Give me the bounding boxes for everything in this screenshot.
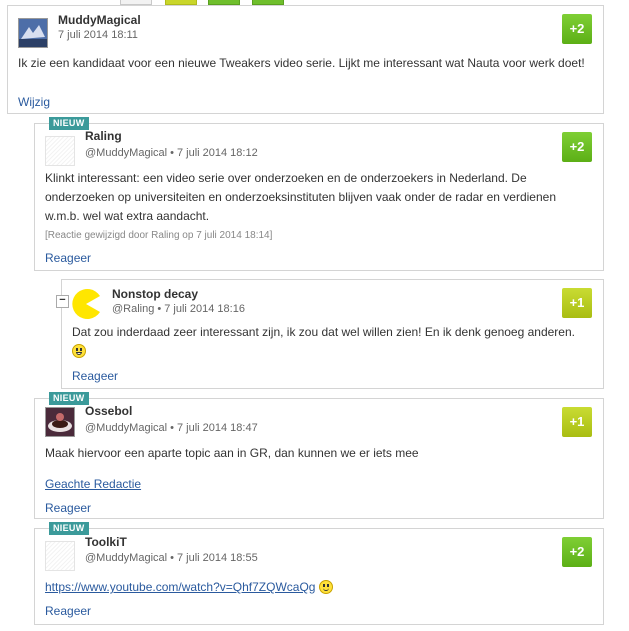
comment-meta: @MuddyMagical • 7 juli 2014 18:55 [85,552,258,564]
score-badge[interactable]: +2 [562,537,592,567]
edit-link[interactable]: Wijzig [18,95,50,109]
meta-separator: • [170,147,174,159]
meta-separator: • [170,422,174,434]
new-badge: NIEUW [49,392,89,405]
comment-nonstop-decay: − Nonstop decay @Raling • 7 juli 2014 18:1… [56,279,604,389]
comment-text: Ik zie een kandidaat voor een nieuwe Twe… [18,56,585,70]
avatar [18,18,48,48]
reply-button[interactable]: Reageer [45,251,91,265]
score-badge[interactable]: +2 [562,132,592,162]
smiley-icon [318,580,333,594]
meta-separator: • [170,552,174,564]
comment-timestamp: 7 juli 2014 18:11 [58,29,138,41]
avatar [45,136,75,166]
grin-smiley-icon [72,344,86,358]
comment-toolkit: NIEUW ToolkiT @MuddyMagical • 7 juli 2014 … [34,522,604,625]
score-badge[interactable]: +1 [562,407,592,437]
comment-text: https://www.youtube.com/watch?v=Qhf7ZQWc… [45,578,589,597]
avatar [45,541,75,571]
comment-timestamp: 7 juli 2014 18:12 [176,147,258,159]
comment-text: Dat zou inderdaad zeer interessant zijn,… [72,323,589,361]
reply-button[interactable]: Reageer [45,604,91,618]
new-badge: NIEUW [49,522,89,535]
reply-button[interactable]: Reageer [72,369,118,383]
reply-to-link[interactable]: @Raling [112,303,154,315]
avatar [45,407,75,437]
comment-author[interactable]: Ossebol [85,404,132,418]
comment-text: Maak hiervoor een aparte topic aan in GR… [45,446,419,460]
reply-to-link[interactable]: @MuddyMagical [85,147,167,159]
comment-ossebol: NIEUW Ossebol @MuddyMagical • 7 juli 2014 … [34,392,604,519]
score-badge[interactable]: +1 [562,288,592,318]
collapse-toggle-button[interactable]: − [56,295,69,308]
comment-text-body: Dat zou inderdaad zeer interessant zijn,… [72,325,575,339]
comment-author[interactable]: ToolkiT [85,535,127,549]
comment-meta: @MuddyMagical • 7 juli 2014 18:47 [85,422,258,434]
comment-meta: @Raling • 7 juli 2014 18:16 [112,303,245,315]
comment-author[interactable]: Raling [85,129,122,143]
comment-meta: 7 juli 2014 18:11 [58,29,138,41]
comment-author[interactable]: Nonstop decay [112,287,198,301]
comment-text: Klinkt interessant: een video serie over… [45,171,557,223]
geachte-redactie-link[interactable]: Geachte Redactie [45,477,141,491]
comment-timestamp: 7 juli 2014 18:55 [176,552,258,564]
youtube-link[interactable]: https://www.youtube.com/watch?v=Qhf7ZQWc… [45,580,315,594]
comment-author[interactable]: MuddyMagical [58,13,141,27]
comment-raling: NIEUW Raling @MuddyMagical • 7 juli 2014 1… [34,117,604,271]
comment-timestamp: 7 juli 2014 18:16 [164,303,245,315]
new-badge: NIEUW [49,117,89,130]
avatar-image [19,19,47,47]
meta-separator: • [157,303,162,315]
avatar [70,288,100,319]
score-badge[interactable]: +2 [562,14,592,44]
comment-meta: @MuddyMagical • 7 juli 2014 18:12 [85,147,258,159]
reply-button[interactable]: Reageer [45,501,91,515]
reply-to-link[interactable]: @MuddyMagical [85,422,167,434]
pacman-avatar-image [72,289,100,319]
comment-timestamp: 7 juli 2014 18:47 [176,422,258,434]
comment-muddymagical: MuddyMagical 7 juli 2014 18:11 +2 Ik zie… [7,5,604,114]
avatar-image [46,408,74,436]
edited-note: [Reactie gewijzigd door Raling op 7 juli… [45,230,273,241]
reply-to-link[interactable]: @MuddyMagical [85,552,167,564]
